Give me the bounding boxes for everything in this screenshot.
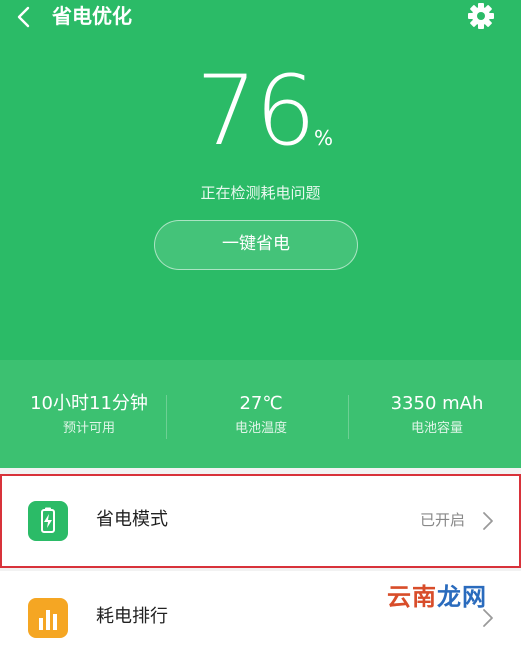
stat-divider bbox=[348, 395, 349, 439]
stat-label: 电池容量 bbox=[410, 421, 463, 436]
stat-label: 预计可用 bbox=[62, 421, 115, 436]
battery-percent-unit: % bbox=[314, 126, 334, 150]
stat-battery-temperature: 27℃ 电池温度 bbox=[174, 388, 348, 439]
stat-value: 10小时11分钟 bbox=[30, 393, 148, 414]
list-item-label: 耗电排行 bbox=[96, 606, 168, 627]
stat-value: 3350 mAh bbox=[390, 393, 484, 414]
detection-status: 正在检测耗电问题 bbox=[200, 184, 321, 202]
bar-chart-icon bbox=[28, 598, 68, 638]
chevron-right-icon bbox=[483, 512, 493, 530]
watermark: 云南龙网 bbox=[387, 582, 487, 612]
stat-divider bbox=[166, 395, 167, 439]
one-click-optimize-button[interactable]: 一键省电 bbox=[154, 220, 358, 270]
stat-battery-capacity: 3350 mAh 电池容量 bbox=[350, 388, 521, 439]
back-arrow-icon[interactable] bbox=[12, 4, 36, 30]
watermark-part: 龙网 bbox=[437, 583, 487, 611]
stat-estimated-time: 10小时11分钟 预计可用 bbox=[2, 388, 176, 439]
list-item-power-saving-mode[interactable]: 省电模式 已开启 bbox=[0, 474, 521, 568]
gear-icon[interactable] bbox=[466, 2, 496, 30]
list-item-status: 已开启 bbox=[419, 511, 465, 529]
list-item-label: 省电模式 bbox=[96, 509, 168, 530]
battery-percent: 76 bbox=[196, 55, 316, 167]
page-title: 省电优化 bbox=[52, 4, 132, 28]
stat-label: 电池温度 bbox=[234, 421, 287, 436]
battery-charging-icon bbox=[28, 501, 68, 541]
stat-value: 27℃ bbox=[239, 393, 283, 414]
watermark-part: 云南 bbox=[387, 583, 437, 611]
